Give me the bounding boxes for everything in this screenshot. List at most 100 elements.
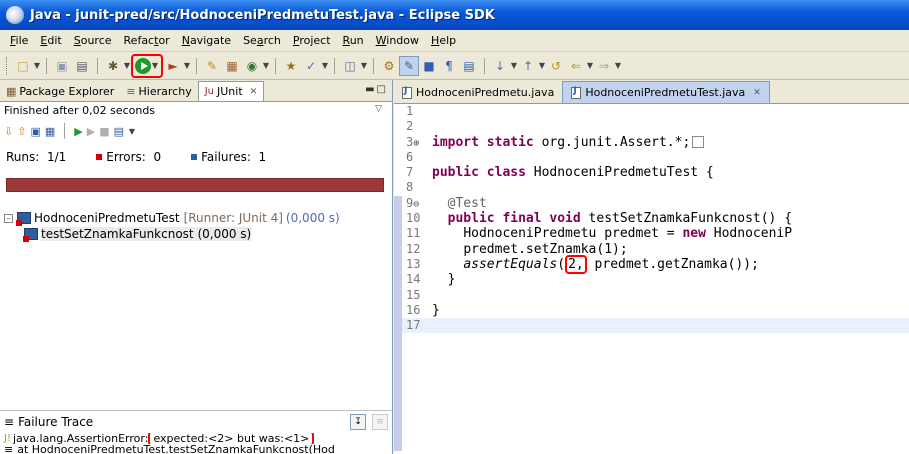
new-class-icon[interactable]: ◉: [242, 56, 262, 76]
close-icon[interactable]: ✕: [250, 87, 258, 97]
code-line: 3⊕ import static org.junit.Assert.*;: [402, 135, 909, 150]
new-icon[interactable]: □: [13, 56, 33, 76]
test-run-history-icon[interactable]: ▤: [114, 125, 124, 138]
tab-hodnoceni-predmetu[interactable]: HodnoceniPredmetu.java: [394, 82, 562, 103]
previous-annotation-icon[interactable]: ↑: [518, 56, 538, 76]
minimize-icon[interactable]: ▬: [365, 84, 376, 95]
new-java-project-icon[interactable]: ✎: [202, 56, 222, 76]
perspective-dropdown-icon[interactable]: ▼: [360, 61, 368, 70]
external-tools-icon[interactable]: ►: [163, 56, 183, 76]
expected-value-highlight: 2,: [565, 254, 587, 274]
menu-search[interactable]: Search: [237, 34, 287, 47]
toolbar-separator: [46, 57, 47, 74]
search-dropdown-icon[interactable]: ▼: [321, 61, 329, 70]
toolbar-separator: [275, 57, 276, 74]
progress-fill: [7, 179, 383, 191]
failure-trace-header: ≡ Failure Trace ↧ ≡: [0, 411, 392, 433]
test-suite-row[interactable]: – HodnoceniPredmetuTest [Runner: JUnit 4…: [4, 210, 392, 226]
test-suite-name: HodnoceniPredmetuTest: [34, 211, 180, 225]
menu-window[interactable]: Window: [370, 34, 425, 47]
back-icon[interactable]: ⇐: [566, 56, 586, 76]
debug-dropdown-icon[interactable]: ▼: [123, 61, 131, 70]
tab-junit[interactable]: Ju JUnit ✕: [197, 81, 265, 101]
run-icon[interactable]: [135, 57, 151, 74]
trace-line-exception[interactable]: J! java.lang.AssertionError: expected:<2…: [0, 433, 392, 444]
collapse-icon[interactable]: –: [4, 213, 13, 223]
run-button-highlight[interactable]: ▼: [131, 53, 163, 78]
previous-failure-icon[interactable]: ⇧: [17, 125, 26, 138]
close-icon[interactable]: ✕: [753, 88, 761, 98]
last-edit-icon[interactable]: ↺: [546, 56, 566, 76]
new-dropdown-icon[interactable]: ▼: [33, 61, 41, 70]
junit-view: ▦ Package Explorer ≡ Hierarchy Ju JUnit …: [0, 80, 393, 454]
menu-refactor[interactable]: Refactor: [118, 34, 176, 47]
block-selection-icon[interactable]: ■: [419, 56, 439, 76]
next-annotation-icon[interactable]: ↓: [490, 56, 510, 76]
open-perspective-icon[interactable]: ◫: [340, 56, 360, 76]
failure-message: expected:<2> but was:<1>: [148, 433, 315, 444]
back-dropdown-icon[interactable]: ▼: [586, 61, 594, 70]
test-suite-failed-icon: [16, 212, 31, 226]
forward-icon[interactable]: ⇒: [594, 56, 614, 76]
filter-stack-trace-icon[interactable]: ↧: [350, 414, 366, 430]
save-icon[interactable]: ▣: [52, 56, 72, 76]
stack-frame-icon: ≡: [4, 444, 14, 454]
menu-navigate[interactable]: Navigate: [176, 34, 237, 47]
code-line-current: 17: [402, 318, 909, 334]
code-area[interactable]: 1 2 3⊕ import static org.junit.Assert.*; …: [394, 104, 909, 454]
trace-line-stack[interactable]: ≡ at HodnoceniPredmetuTest.testSetZnamka…: [0, 444, 392, 454]
toggle-breadcrumb-icon[interactable]: ⚙: [379, 56, 399, 76]
print-icon[interactable]: ▤: [72, 56, 92, 76]
collapse-fold-icon[interactable]: ⊖: [413, 197, 422, 212]
folded-imports-icon[interactable]: [692, 136, 705, 149]
maximize-icon[interactable]: □: [377, 84, 388, 95]
stop-icon[interactable]: ■: [99, 125, 109, 138]
rerun-test-icon[interactable]: ▶: [74, 125, 82, 138]
tab-package-explorer[interactable]: ▦ Package Explorer: [0, 82, 120, 101]
menu-file[interactable]: File: [4, 34, 34, 47]
failures-counter: Failures: 1: [191, 150, 266, 164]
search-icon[interactable]: ✓: [301, 56, 321, 76]
code-line: 8: [406, 180, 414, 195]
open-type-icon[interactable]: ★: [281, 56, 301, 76]
failure-trace-icon: ≡: [4, 415, 15, 429]
menu-help[interactable]: Help: [425, 34, 462, 47]
code-line: 6: [406, 149, 414, 164]
new-class-dropdown-icon[interactable]: ▼: [262, 61, 270, 70]
compare-result-icon[interactable]: ≡: [372, 414, 388, 430]
new-package-icon[interactable]: ▦: [222, 56, 242, 76]
main-toolbar: □ ▼ ▣ ▤ ✱ ▼ ▼ ► ▼ ✎ ▦ ◉ ▼ ★ ✓ ▼ ◫ ▼ ⚙ ✎ …: [0, 52, 909, 80]
menu-project[interactable]: Project: [287, 34, 337, 47]
next-failure-icon[interactable]: ⇩: [4, 125, 13, 138]
window-titlebar[interactable]: Java - junit-pred/src/HodnoceniPredmetuT…: [0, 0, 909, 30]
toolbar-separator: [97, 57, 98, 74]
code-line: 11 HodnoceniPredmetu predmet = new Hodno…: [406, 226, 793, 242]
external-tools-dropdown-icon[interactable]: ▼: [183, 61, 191, 70]
test-case-row[interactable]: testSetZnamkaFunkcnost (0,000 s): [4, 226, 392, 242]
view-menu-icon[interactable]: ▽: [375, 104, 382, 114]
failure-trace-title: Failure Trace: [18, 415, 94, 429]
java-editor: HodnoceniPredmetu.java HodnoceniPredmetu…: [394, 80, 909, 454]
history-dropdown-icon[interactable]: ▼: [128, 127, 136, 136]
show-failures-only-icon[interactable]: ▣: [30, 125, 40, 138]
next-annotation-dropdown-icon[interactable]: ▼: [510, 61, 518, 70]
mark-occurrences-icon[interactable]: ✎: [399, 55, 419, 76]
scroll-lock-icon[interactable]: ▦: [45, 125, 55, 138]
tab-hodnoceni-predmetu-test[interactable]: HodnoceniPredmetuTest.java ✕: [562, 81, 770, 103]
rerun-failed-first-icon[interactable]: ▶: [87, 125, 95, 138]
forward-dropdown-icon[interactable]: ▼: [614, 61, 622, 70]
toolbar-grip[interactable]: [6, 56, 9, 75]
menu-run[interactable]: Run: [337, 34, 370, 47]
run-dropdown-icon[interactable]: ▼: [151, 61, 159, 70]
show-whitespace-icon[interactable]: ¶: [439, 56, 459, 76]
menu-source[interactable]: Source: [68, 34, 118, 47]
tab-hierarchy[interactable]: ≡ Hierarchy: [120, 82, 197, 101]
debug-icon[interactable]: ✱: [103, 56, 123, 76]
code-lines[interactable]: 1 2 3⊕ import static org.junit.Assert.*; …: [402, 104, 909, 334]
test-case-time: (0,000 s): [197, 227, 252, 241]
previous-annotation-dropdown-icon[interactable]: ▼: [538, 61, 546, 70]
expand-fold-icon[interactable]: ⊕: [413, 136, 422, 151]
show-source-icon[interactable]: ▤: [459, 56, 479, 76]
test-case-name: testSetZnamkaFunkcnost: [41, 227, 194, 241]
menu-edit[interactable]: Edit: [34, 34, 67, 47]
